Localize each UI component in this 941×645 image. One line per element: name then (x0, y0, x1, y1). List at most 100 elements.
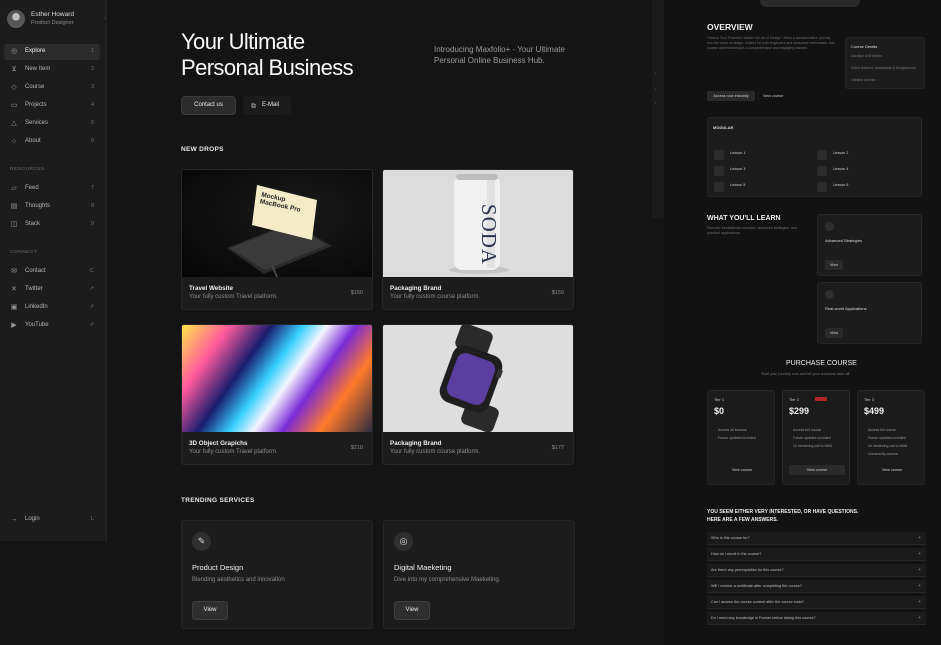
sidebar-item-label: Services (25, 120, 49, 126)
product-card-packaging-watch[interactable]: Packaging Brand Your fully custom course… (382, 324, 574, 465)
learn-description: Discover foundational concepts, advanced… (707, 226, 797, 236)
sidebar-item-label: YouTube (25, 322, 49, 328)
tier-name: Tier 2 (789, 397, 800, 402)
x-icon: ✕ (11, 286, 17, 293)
plus-icon: + (918, 599, 921, 605)
sidebar-item-feed[interactable]: ▱ Feed 7 (4, 181, 100, 197)
view-course-button[interactable]: View course (789, 465, 845, 475)
view-course-button[interactable]: View course (758, 91, 788, 101)
profile[interactable]: Esther Howard Product Designer (7, 9, 103, 33)
course-icon: ◇ (11, 84, 17, 91)
access-now-button[interactable]: Access now instantly (707, 91, 755, 101)
sidebar-item-linkedin[interactable]: ▣ LinkedIn ↗ (4, 300, 100, 316)
lesson-item[interactable]: Lesson 2 (817, 150, 849, 160)
lesson-item[interactable]: Lesson 5 (714, 182, 745, 192)
view-button[interactable]: View (394, 601, 430, 620)
faq-item[interactable]: Will I receive a certificate after compl… (707, 580, 926, 593)
sidebar-item-label: Projects (25, 102, 47, 108)
pricing-tier-1[interactable]: Tier 1 $0 Access all lessons Future upda… (707, 390, 775, 485)
faq-question: Are there any prerequisites for this cou… (711, 568, 784, 572)
pricing-tier-3[interactable]: Tier 3 $499 Access full course Future up… (857, 390, 925, 485)
faq-question: How do I enroll in the course? (711, 552, 762, 556)
popular-badge (815, 397, 827, 401)
sidebar-item-about[interactable]: ○ About 6 (4, 134, 100, 150)
faq-item[interactable]: Do I need any knowledge in Framer before… (707, 612, 926, 625)
lesson-icon (714, 182, 724, 192)
sidebar-item-label: Course (25, 84, 45, 90)
sidebar-item-explore[interactable]: ◎ Explore 1 (4, 44, 100, 60)
contact-button[interactable]: Contact us (181, 96, 236, 115)
divider-dot: • (655, 70, 657, 75)
faq-item[interactable]: Are there any prerequisites for this cou… (707, 564, 926, 577)
view-course-button[interactable]: View course (714, 465, 770, 475)
learn-card-applications[interactable]: Real-world Applications View (817, 282, 922, 344)
faq-item[interactable]: How do I enroll in the course? + (707, 548, 926, 561)
lesson-icon (817, 166, 827, 176)
stack-icon: ◫ (10, 221, 18, 228)
lesson-label: Lesson 2 (833, 151, 849, 155)
sidebar-item-stack[interactable]: ◫ Stack 9 (4, 217, 100, 233)
view-button[interactable]: View (825, 328, 843, 338)
faq-question: Do I need any knowledge in Framer before… (711, 616, 816, 620)
can-label: SODA (477, 203, 502, 266)
sidebar-item-login[interactable]: → Login L (4, 512, 100, 528)
shortcut-key: 9 (90, 221, 94, 227)
product-card-3d-graphics[interactable]: 3D Object Grapichs Your fully custom Tra… (181, 324, 373, 465)
learn-title: WHAT YOU'LL LEARN (707, 215, 781, 222)
lesson-item[interactable]: Lesson 1 (714, 150, 745, 160)
product-card-packaging-soda[interactable]: SODA Packaging Brand Your fully custom c… (382, 169, 574, 310)
tier-feature: Access full course (793, 428, 822, 432)
target-icon: ◎ (394, 532, 413, 551)
pen-tool-icon: ✎ (192, 532, 211, 551)
faq-item[interactable]: Who is this course for? + (707, 532, 926, 545)
avatar (7, 10, 25, 28)
connect-heading: CONNECT (10, 250, 38, 255)
sidebar-item-course[interactable]: ◇ Course 3 (4, 80, 100, 96)
plus-icon: + (918, 535, 921, 541)
sidebar-item-twitter[interactable]: ✕ Twitter ↗ (4, 282, 100, 298)
shortcut-key: L (90, 516, 94, 522)
lesson-item[interactable]: Lesson 6 (817, 182, 848, 192)
pricing-tier-2[interactable]: Tier 2 $299 Access full course Future up… (782, 390, 850, 485)
view-button[interactable]: View (825, 260, 843, 270)
sidebar-item-label: Explore (25, 48, 46, 54)
sidebar-item-contact[interactable]: ✉ Contact C (4, 264, 100, 280)
faq-title: YOU SEEM EITHER VERY INTERESTED, OR HAVE… (707, 509, 859, 515)
email-button[interactable]: ⧉ E-Mail (243, 96, 291, 115)
youtube-icon: ▶ (11, 322, 17, 329)
tier-name: Tier 1 (714, 397, 725, 402)
service-card-product-design[interactable]: ✎ Product Design Blending aesthetics and… (181, 520, 373, 629)
learn-card-advanced[interactable]: Advanced Strategies View (817, 214, 922, 276)
sidebar-item-youtube[interactable]: ▶ YouTube ↗ (4, 318, 100, 334)
external-link-icon: ↗ (89, 286, 94, 292)
sidebar-item-label: Thoughts (25, 203, 51, 209)
linkedin-icon: ▣ (10, 304, 18, 311)
holographic-image (182, 325, 372, 432)
shortcut-key: 8 (90, 203, 94, 209)
sidebar-item-projects[interactable]: ▭ Projects 4 (4, 98, 100, 114)
divider-dot: • (655, 86, 657, 91)
chevron-left-icon[interactable]: ‹ (104, 15, 109, 22)
service-card-digital-marketing[interactable]: ◎ Digital Maeketing Dive into my compreh… (383, 520, 575, 629)
resources-heading: RESOURCES (10, 167, 45, 172)
product-card-travel[interactable]: Mockup MacBook Pro Travel Website Your f… (181, 169, 373, 310)
login-icon: → (10, 516, 18, 523)
plus-icon: + (918, 567, 921, 573)
shortcut-key: 7 (90, 185, 94, 191)
lesson-item[interactable]: Lesson 4 (817, 166, 848, 176)
sidebar-item-label: About (25, 138, 41, 144)
lesson-item[interactable]: Lesson 3 (714, 166, 745, 176)
sidebar-item-new-item[interactable]: ⊻ New Item 2 (4, 62, 100, 78)
card-title: 3D Object Grapichs (189, 440, 248, 447)
sidebar-item-thoughts[interactable]: ▤ Thoughts 8 (4, 199, 100, 215)
faq-item[interactable]: Can I access the course content after th… (707, 596, 926, 609)
tier-price: $499 (864, 406, 885, 416)
overview-text: "Unlock Your Potential: Master the Art o… (707, 36, 835, 51)
learn-card-title: Real-world Applications (825, 306, 867, 311)
sidebar-item-services[interactable]: △ Services 5 (4, 116, 100, 132)
view-course-button[interactable]: View course (864, 465, 920, 475)
view-button[interactable]: View (192, 601, 228, 620)
page-title: Your Ultimate Personal Business (181, 29, 421, 81)
tier-feature: Future updates included (718, 436, 756, 440)
plus-icon: + (918, 551, 921, 557)
